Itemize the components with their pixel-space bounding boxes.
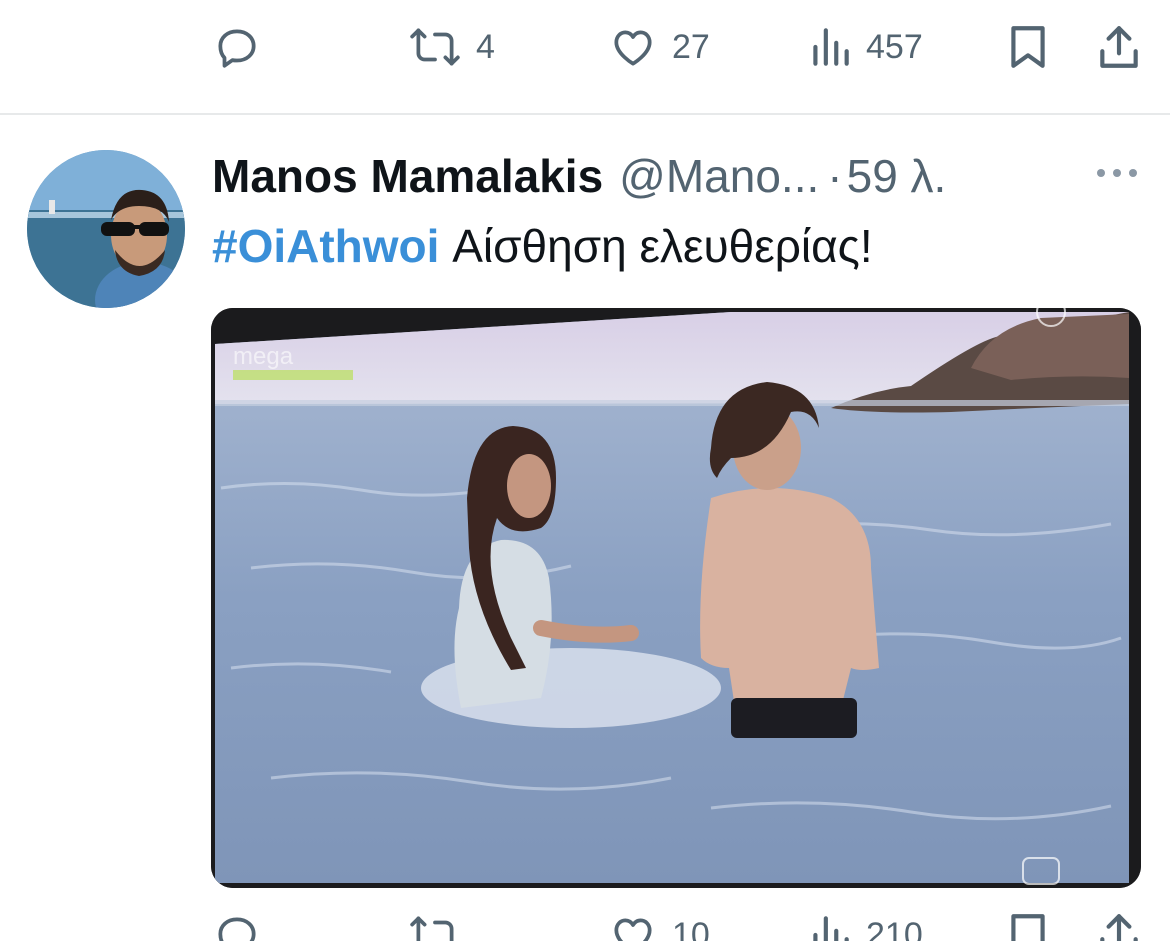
tweet-text: #OiAthwoi Αίσθηση ελευθερίας!	[212, 218, 873, 274]
more-options-button[interactable]	[1092, 158, 1142, 188]
timeline: 4 27 457 Manos Mamalakis @Mano... · 59 λ…	[0, 0, 1170, 941]
reply-button[interactable]	[212, 12, 262, 82]
like-button[interactable]: 10	[608, 900, 710, 941]
previous-tweet-actions: 4 27 457	[0, 12, 1170, 82]
avatar[interactable]	[27, 150, 185, 308]
tweet-header: Manos Mamalakis @Mano... · 59 λ.	[212, 150, 946, 202]
like-button[interactable]: 27	[608, 12, 710, 82]
bookmark-icon	[1011, 914, 1045, 941]
like-count: 10	[672, 916, 710, 941]
views-count: 457	[866, 28, 923, 66]
more-icon	[1097, 169, 1137, 177]
heart-icon	[614, 918, 652, 941]
retweet-icon	[410, 916, 454, 941]
share-icon	[1100, 914, 1138, 941]
views-count: 210	[866, 916, 923, 941]
views-icon	[813, 916, 849, 941]
tweet-body-text: Αίσθηση ελευθερίας!	[439, 220, 873, 272]
views-button[interactable]: 210	[808, 900, 923, 941]
user-handle[interactable]: @Mano...	[619, 150, 819, 202]
bookmark-icon	[1011, 26, 1045, 68]
share-icon	[1100, 26, 1138, 68]
bookmark-button[interactable]	[1006, 900, 1050, 941]
separator-dot: ·	[827, 150, 843, 202]
tweet-actions: 10 210	[0, 900, 1170, 941]
views-button[interactable]: 457	[808, 12, 923, 82]
share-button[interactable]	[1096, 12, 1142, 82]
retweet-button[interactable]: 4	[408, 12, 495, 82]
reply-button[interactable]	[212, 900, 262, 941]
bookmark-button[interactable]	[1006, 12, 1050, 82]
retweet-count: 4	[476, 28, 495, 66]
tweet-divider	[0, 113, 1170, 115]
display-name[interactable]: Manos Mamalakis	[212, 150, 603, 202]
like-count: 27	[672, 28, 710, 66]
retweet-icon	[410, 28, 460, 66]
heart-icon	[614, 30, 652, 66]
reply-icon	[218, 29, 256, 68]
hashtag-link[interactable]: #OiAthwoi	[212, 220, 439, 272]
tweet-media-image[interactable]: mega	[211, 308, 1141, 888]
svg-text:mega: mega	[233, 343, 294, 370]
share-button[interactable]	[1096, 900, 1142, 941]
views-icon	[813, 28, 849, 66]
reply-icon	[218, 917, 256, 941]
tweet-timestamp[interactable]: 59 λ.	[847, 150, 947, 202]
retweet-button[interactable]	[408, 900, 462, 941]
